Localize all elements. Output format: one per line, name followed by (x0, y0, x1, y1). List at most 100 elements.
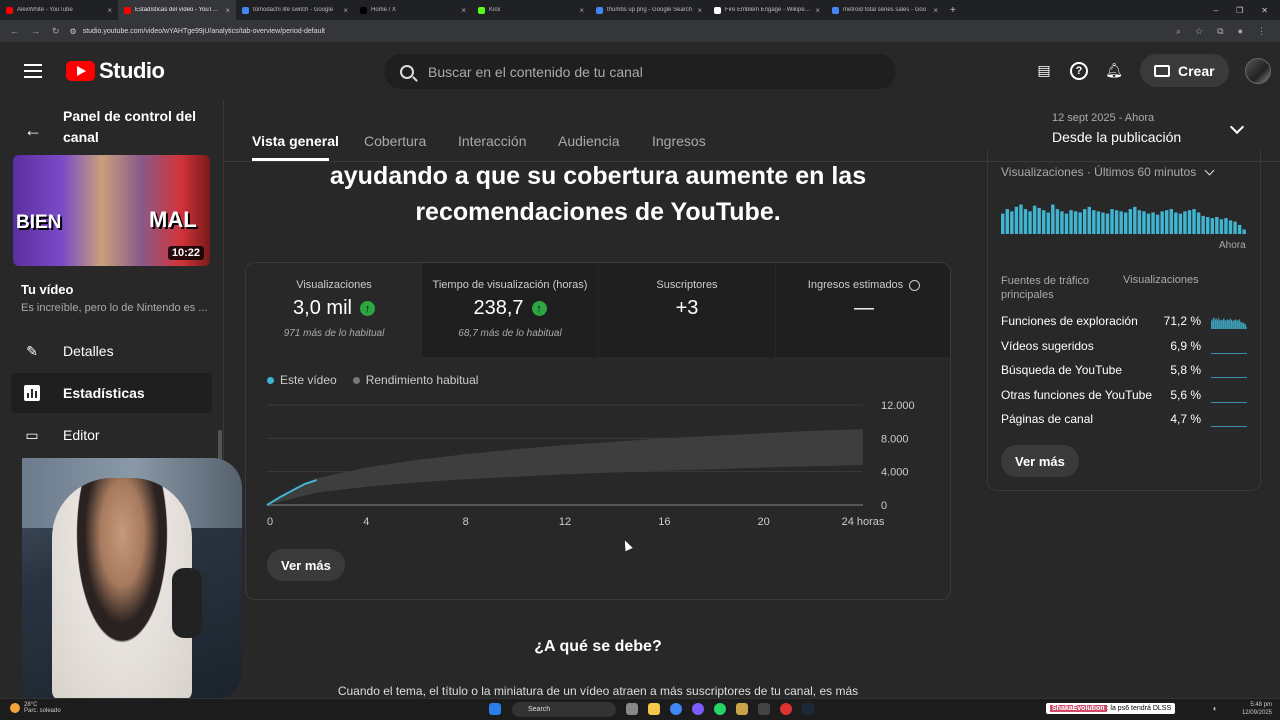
close-tab-icon[interactable]: × (461, 6, 466, 15)
close-window-icon[interactable]: ✕ (1261, 6, 1268, 15)
menu-dots-icon[interactable]: ⋮ (1257, 26, 1266, 37)
realtime-bar (1064, 213, 1069, 234)
close-tab-icon[interactable]: × (815, 6, 820, 15)
back-arrow-icon[interactable]: ← (24, 120, 42, 141)
traffic-source-row[interactable]: Búsqueda de YouTube 5,8 % (1001, 361, 1247, 379)
tab-vista-general[interactable]: Vista general (252, 133, 339, 149)
restore-icon[interactable]: ❐ (1236, 6, 1243, 15)
tab-ingresos[interactable]: Ingresos (652, 133, 706, 149)
discord-icon[interactable] (692, 703, 704, 715)
sparkline-bar (1213, 318, 1214, 329)
chrome-icon[interactable] (670, 703, 682, 715)
close-tab-icon[interactable]: × (107, 6, 112, 15)
close-tab-icon[interactable]: × (343, 6, 348, 15)
metric-tiempo-visualizacion[interactable]: Tiempo de visualización (horas) 238,7 ↑ 6… (422, 263, 598, 357)
sparkline-bar (1244, 377, 1245, 378)
sidebar-item-detalles[interactable]: ✎ Detalles (11, 331, 212, 371)
traffic-source-row[interactable]: Otras funciones de YouTube 5,6 % (1001, 386, 1247, 404)
favicon-icon (478, 6, 485, 14)
minimize-icon[interactable]: – (1214, 6, 1218, 15)
sparkline-bar (1237, 320, 1238, 329)
metric-value: — (854, 297, 874, 319)
sources-header: Fuentes de tráfico principales (1001, 275, 1090, 301)
browser-tab[interactable]: Kick × (472, 0, 590, 20)
see-more-button[interactable]: Ver más (267, 549, 345, 581)
browser-tab[interactable]: thumbs up png - Google Search × (590, 0, 708, 20)
profile-icon[interactable]: ● (1238, 26, 1243, 37)
extensions-icon[interactable]: ⧉ (1217, 26, 1223, 37)
panel-title[interactable]: Panel de control del canal (63, 106, 203, 148)
sparkline-bar (1225, 426, 1227, 427)
back-icon[interactable]: ← (10, 26, 19, 37)
browser-tab[interactable]: Estadísticas del vídeo - YouTube × (118, 0, 236, 20)
weather-widget[interactable]: 28°C Parc. soleado (10, 702, 61, 714)
system-clock[interactable]: 5:48 pm 12/09/2025 (1238, 701, 1272, 717)
tab-interaccion[interactable]: Interacción (458, 133, 526, 149)
messages-icon[interactable]: ▤ (1034, 61, 1054, 81)
sparkline-bar (1219, 426, 1220, 427)
zoom-icon[interactable]: ⌕ (1176, 26, 1181, 37)
realtime-title[interactable]: Visualizaciones · Últimos 60 minutos (1001, 165, 1215, 179)
realtime-bar (1133, 206, 1137, 234)
traffic-source-row[interactable]: Funciones de exploración 71,2 % (1001, 312, 1247, 330)
bookmark-star-icon[interactable]: ☆ (1195, 26, 1203, 37)
search-input[interactable]: Buscar en el contenido de tu canal (384, 54, 896, 89)
sparkline-bar (1242, 401, 1243, 403)
recording-icon[interactable] (780, 703, 792, 715)
tab-cobertura[interactable]: Cobertura (364, 133, 426, 149)
help-icon[interactable]: ? (1070, 61, 1088, 80)
metric-visualizaciones[interactable]: Visualizaciones 3,0 mil ↑ 971 más de lo h… (246, 263, 422, 357)
close-tab-icon[interactable]: × (225, 6, 230, 15)
taskbar-search[interactable]: Search (512, 702, 616, 717)
sparkline-bar (1211, 426, 1212, 427)
hamburger-menu-icon[interactable] (24, 64, 42, 78)
create-button[interactable]: Crear (1140, 54, 1229, 87)
tab-audiencia[interactable]: Audiencia (558, 133, 620, 149)
sparkline-bar (1231, 352, 1233, 354)
windows-start-icon[interactable] (489, 703, 501, 715)
obs-icon[interactable] (758, 703, 770, 715)
sparkline-bar (1237, 401, 1239, 403)
metric-ingresos[interactable]: Ingresos estimados — (776, 263, 950, 357)
whatsapp-icon[interactable] (714, 703, 726, 715)
url-field[interactable]: studio.youtube.com/video/wYAHTge99jU/ana… (83, 28, 1176, 35)
new-tab-icon[interactable]: + (944, 5, 962, 16)
sidebar-item-estadisticas[interactable]: Estadísticas (11, 373, 212, 413)
video-thumbnail[interactable]: BIEN MAL 10:22 (13, 155, 210, 266)
task-view-icon[interactable] (626, 703, 638, 715)
avatar[interactable] (1244, 57, 1271, 84)
browser-tab[interactable]: Fire Emblem Engage - Wikipedia × (708, 0, 826, 20)
y-tick-label: 0 (881, 500, 887, 512)
reload-icon[interactable]: ↻ (52, 26, 60, 37)
video-title[interactable]: Es increíble, pero lo de Nintendo es ... (21, 302, 208, 314)
site-info-icon[interactable]: ⚙ (70, 27, 77, 36)
browser-tab[interactable]: tomodachi life switch - Google × (236, 0, 354, 20)
sparkline-bar (1229, 426, 1230, 427)
legend-item-este-video[interactable]: Este vídeo (267, 373, 337, 387)
browser-tab[interactable]: metroid total series sales - Goo × (826, 0, 944, 20)
notifications-bell-icon[interactable]: 🔔︎ (1104, 61, 1124, 81)
browser-tab[interactable]: AlexWhite - YouTube × (0, 0, 118, 20)
sparkline-bar (1231, 401, 1233, 403)
sparkline-bar (1232, 352, 1233, 354)
chevron-down-icon[interactable] (1229, 119, 1245, 135)
browser-tab[interactable]: Home / X × (354, 0, 472, 20)
realtime-see-more-button[interactable]: Ver más (1001, 445, 1079, 477)
metric-suscriptores[interactable]: Suscriptores +3 (599, 263, 775, 357)
close-tab-icon[interactable]: × (579, 6, 584, 15)
close-tab-icon[interactable]: × (933, 6, 938, 15)
file-explorer-icon[interactable] (648, 703, 660, 715)
speaker-icon[interactable]: ◖ (1212, 704, 1217, 713)
traffic-source-row[interactable]: Vídeos sugeridos 6,9 % (1001, 337, 1247, 355)
studio-logo[interactable]: Studio (66, 58, 165, 84)
legend-item-rendimiento[interactable]: Rendimiento habitual (352, 373, 478, 387)
app-icon[interactable] (736, 703, 748, 715)
sparkline-bar (1243, 426, 1245, 427)
steam-icon[interactable] (802, 703, 814, 715)
close-tab-icon[interactable]: × (697, 6, 702, 15)
traffic-source-row[interactable]: Páginas de canal 4,7 % (1001, 410, 1247, 428)
date-range-picker[interactable]: 12 sept 2025 - Ahora Desde la publicació… (1052, 112, 1181, 145)
forward-icon[interactable]: → (31, 26, 40, 37)
sparkline-bar (1221, 319, 1222, 329)
sidebar-item-editor[interactable]: ▭ Editor (11, 415, 212, 455)
